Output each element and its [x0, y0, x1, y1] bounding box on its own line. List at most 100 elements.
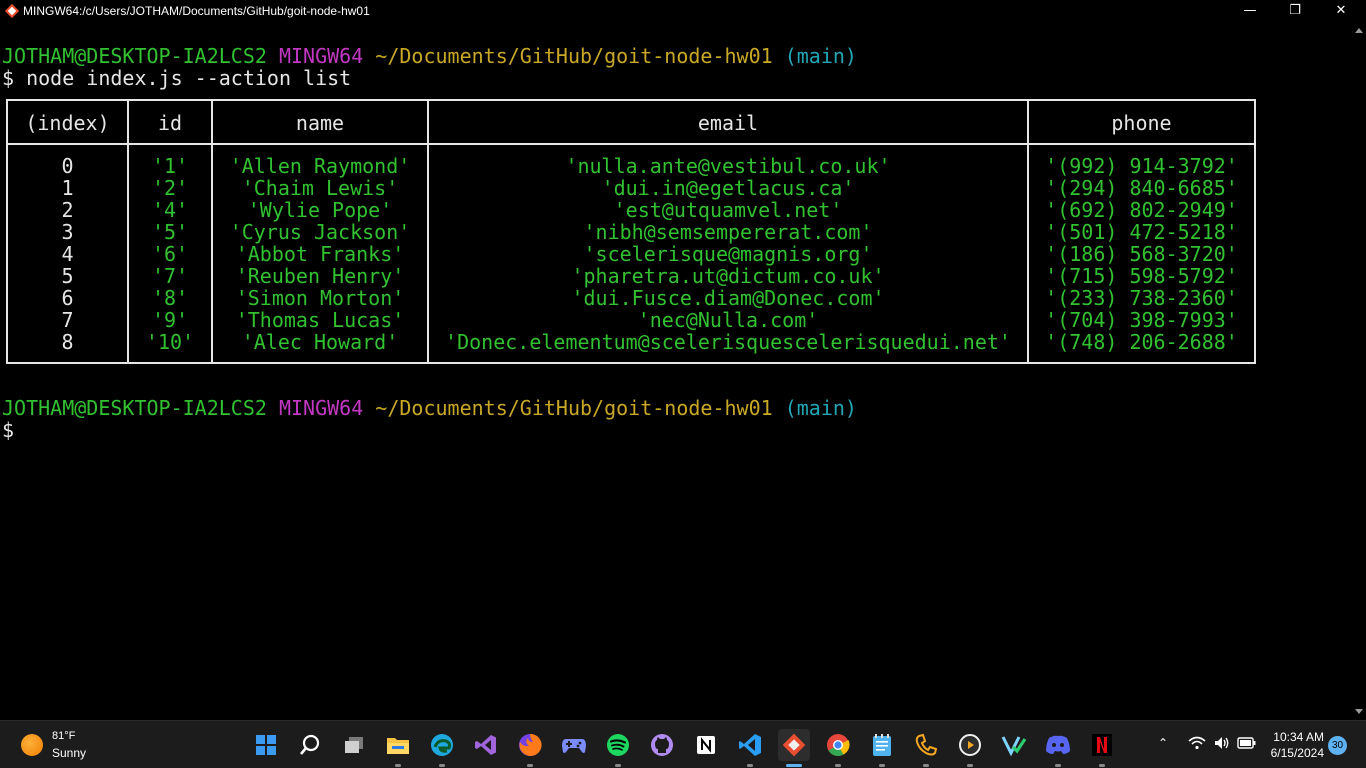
- taskbar-notion-icon[interactable]: [690, 729, 722, 761]
- wifi-icon[interactable]: [1188, 735, 1206, 751]
- prompt-user: JOTHAM@DESKTOP-IA2LCS2: [2, 44, 267, 68]
- notification-badge[interactable]: 30: [1328, 736, 1347, 755]
- restore-button[interactable]: ❐: [1272, 0, 1318, 22]
- cell-index: 7: [61, 308, 74, 332]
- taskbar-edge-icon[interactable]: [426, 729, 458, 767]
- cell-phone: '(294) 840-6685': [1045, 176, 1238, 200]
- header-id: id: [157, 111, 183, 135]
- volume-icon[interactable]: [1213, 735, 1231, 751]
- taskbar-vscode-icon[interactable]: [734, 729, 766, 767]
- taskbar-chrome-icon[interactable]: [822, 729, 854, 767]
- taskbar: 81°F Sunny ⌃ 10:34 AM 6/15/2024 30: [0, 720, 1366, 768]
- cell-email: 'scelerisque@magnis.org': [583, 242, 873, 266]
- cell-email: 'nibh@semsempererat.com': [583, 220, 873, 244]
- cell-name: 'Wylie Pope': [247, 198, 393, 222]
- window-title: MINGW64:/c/Users/JOTHAM/Documents/GitHub…: [23, 4, 370, 18]
- running-indicator: [1055, 764, 1061, 767]
- taskbar-notepad-icon[interactable]: [866, 729, 898, 767]
- cursor-prompt: $: [2, 418, 15, 442]
- cell-phone: '(704) 398-7993': [1045, 308, 1238, 332]
- weather-temperature[interactable]: 81°F: [52, 730, 75, 742]
- cell-id: '8': [151, 286, 189, 310]
- prompt-path: ~/Documents/GitHub/goit-node-hw01: [375, 396, 773, 420]
- cell-name: 'Simon Morton': [235, 286, 405, 310]
- sun-icon[interactable]: [21, 734, 43, 756]
- cell-name: 'Allen Raymond': [229, 154, 411, 178]
- scroll-up-icon[interactable]: [1355, 28, 1363, 33]
- git-bash-app-icon: [5, 4, 19, 18]
- running-indicator: [527, 764, 533, 767]
- cell-email: 'dui.in@egetlacus.ca': [601, 176, 855, 200]
- prompt-branch: (main): [784, 44, 857, 68]
- cell-email: 'nulla.ante@vestibul.co.uk': [565, 154, 891, 178]
- cell-email: 'pharetra.ut@dictum.co.uk': [571, 264, 885, 288]
- running-indicator: [835, 764, 841, 767]
- cell-email: 'est@utquamvel.net': [613, 198, 843, 222]
- cell-email: 'nec@Nulla.com': [637, 308, 819, 332]
- taskbar-phone-link-icon[interactable]: [910, 729, 942, 767]
- clock-time[interactable]: 10:34 AM: [1270, 730, 1324, 744]
- cell-name: 'Cyrus Jackson': [229, 220, 411, 244]
- cell-phone: '(233) 738-2360': [1045, 286, 1238, 310]
- taskbar-spotify-icon[interactable]: [602, 729, 634, 767]
- cell-email: 'dui.Fusce.diam@Donec.com': [571, 286, 885, 310]
- minimize-button[interactable]: —: [1227, 0, 1273, 22]
- taskbar-game-controller-icon[interactable]: [558, 729, 590, 761]
- prompt-line-1: JOTHAM@DESKTOP-IA2LCS2 MINGW64 ~/Documen…: [2, 45, 857, 67]
- cell-email: 'Donec.elementum@scelerisquescelerisqued…: [445, 330, 1011, 354]
- running-indicator: [923, 764, 929, 767]
- close-button[interactable]: ✕: [1318, 0, 1364, 22]
- cell-index: 3: [61, 220, 74, 244]
- cell-id: '10': [145, 330, 195, 354]
- cell-name: 'Reuben Henry': [235, 264, 405, 288]
- cell-index: 0: [61, 154, 74, 178]
- cell-id: '7': [151, 264, 189, 288]
- cell-phone: '(715) 598-5792': [1045, 264, 1238, 288]
- running-indicator: [395, 764, 401, 767]
- prompt-env: MINGW64: [278, 44, 364, 68]
- header-index: (index): [25, 111, 110, 135]
- prompt-branch: (main): [784, 396, 857, 420]
- cell-index: 1: [61, 176, 74, 200]
- cell-id: '1': [151, 154, 189, 178]
- taskbar-file-explorer-icon[interactable]: [382, 729, 414, 767]
- taskbar-firefox-icon[interactable]: [514, 729, 546, 767]
- taskbar-task-view-icon[interactable]: [338, 729, 370, 761]
- prompt-env: MINGW64: [278, 396, 364, 420]
- running-indicator: [786, 764, 802, 767]
- taskbar-github-icon[interactable]: [646, 729, 678, 761]
- title-bar: MINGW64:/c/Users/JOTHAM/Documents/GitHub…: [0, 0, 1366, 22]
- cell-phone: '(186) 568-3720': [1045, 242, 1238, 266]
- taskbar-git-bash-icon[interactable]: [778, 729, 810, 767]
- taskbar-netflix-icon[interactable]: [1086, 729, 1118, 767]
- taskbar-search-icon[interactable]: [294, 729, 326, 761]
- running-indicator: [439, 764, 445, 767]
- battery-icon[interactable]: [1237, 736, 1257, 750]
- taskbar-visual-studio-icon[interactable]: [470, 729, 502, 761]
- cell-name: 'Abbot Franks': [235, 242, 405, 266]
- weather-condition[interactable]: Sunny: [52, 746, 86, 760]
- cell-id: '5': [151, 220, 189, 244]
- running-indicator: [967, 764, 973, 767]
- running-indicator: [879, 764, 885, 767]
- taskbar-vpn-icon[interactable]: [998, 729, 1030, 761]
- chevron-up-icon[interactable]: ⌃: [1158, 736, 1168, 750]
- cell-id: '4': [151, 198, 189, 222]
- scrollbar[interactable]: [1352, 22, 1366, 720]
- prompt-user: JOTHAM@DESKTOP-IA2LCS2: [2, 396, 267, 420]
- taskbar-media-player-icon[interactable]: [954, 729, 986, 767]
- prompt-line-2: JOTHAM@DESKTOP-IA2LCS2 MINGW64 ~/Documen…: [2, 397, 857, 419]
- cell-id: '6': [151, 242, 189, 266]
- cell-name: 'Thomas Lucas': [235, 308, 405, 332]
- header-email: email: [697, 111, 759, 135]
- cell-index: 8: [61, 330, 74, 354]
- cell-index: 4: [61, 242, 74, 266]
- taskbar-discord-icon[interactable]: [1042, 729, 1074, 767]
- scroll-down-icon[interactable]: [1355, 709, 1363, 714]
- clock-date[interactable]: 6/15/2024: [1262, 746, 1324, 760]
- table-header-divider: [8, 143, 1254, 145]
- cell-index: 5: [61, 264, 74, 288]
- console-table: (index) id name email phone 0 '1' 'Allen R…: [6, 99, 1256, 364]
- taskbar-start-icon[interactable]: [250, 729, 282, 761]
- command-line: $ node index.js --action list: [2, 66, 352, 90]
